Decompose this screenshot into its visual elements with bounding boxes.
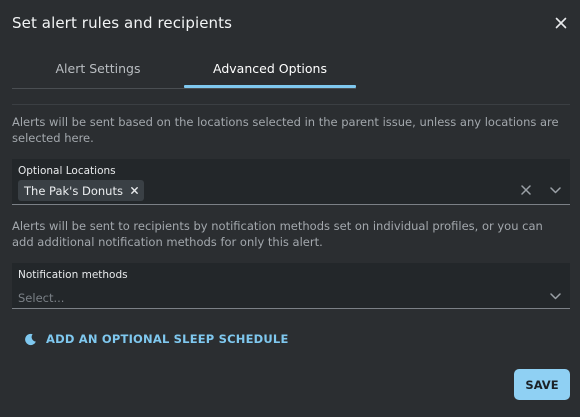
tab-bar: Alert Settings Advanced Options (12, 56, 356, 89)
locations-dropdown-toggle[interactable] (547, 182, 563, 198)
notification-methods-field[interactable]: Notification methods Select... (12, 263, 570, 309)
chevron-down-icon (549, 292, 561, 299)
notification-methods-placeholder: Select... (18, 291, 65, 305)
clear-button[interactable] (518, 182, 534, 198)
dialog-title: Set alert rules and recipients (12, 14, 233, 32)
save-button[interactable]: SAVE (514, 369, 570, 400)
chevron-down-icon (549, 186, 561, 193)
notification-methods-label: Notification methods (18, 269, 128, 281)
notifications-description: Alerts will be sent to recipients by not… (12, 219, 543, 249)
moon-icon (25, 333, 36, 345)
clear-icon (521, 185, 531, 195)
add-sleep-schedule-button[interactable]: ADD AN OPTIONAL SLEEP SCHEDULE (24, 330, 289, 348)
alert-rules-dialog: Set alert rules and recipients Alert Set… (0, 0, 580, 417)
close-button[interactable] (550, 12, 572, 34)
location-chip: The Pak's Donuts (18, 180, 144, 201)
optional-locations-field[interactable]: Optional Locations The Pak's Donuts (12, 159, 570, 205)
remove-icon (131, 187, 138, 194)
tab-advanced-options[interactable]: Advanced Options (184, 56, 356, 88)
sleep-schedule-label: ADD AN OPTIONAL SLEEP SCHEDULE (46, 332, 289, 346)
divider (12, 104, 570, 105)
notifications-dropdown-toggle[interactable] (547, 288, 563, 304)
tab-alert-settings[interactable]: Alert Settings (12, 56, 184, 88)
close-icon (555, 17, 567, 29)
location-chip-label: The Pak's Donuts (24, 183, 123, 198)
optional-locations-label: Optional Locations (18, 165, 116, 177)
locations-description: Alerts will be sent based on the locatio… (12, 115, 559, 145)
remove-chip-button[interactable] (131, 184, 138, 197)
active-tab-indicator (184, 85, 356, 88)
